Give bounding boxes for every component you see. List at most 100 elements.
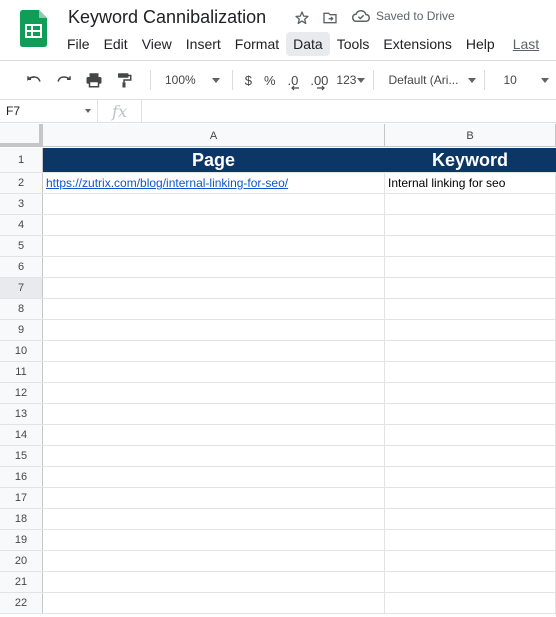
row-header[interactable]: 19 — [0, 530, 43, 550]
cell-b10[interactable] — [385, 341, 556, 361]
row-header[interactable]: 16 — [0, 467, 43, 487]
cell-b3[interactable] — [385, 194, 556, 214]
cell-b4[interactable] — [385, 215, 556, 235]
column-header-a[interactable]: A — [43, 124, 385, 147]
menu-format[interactable]: Format — [228, 32, 286, 56]
row-header[interactable]: 15 — [0, 446, 43, 466]
cell-a17[interactable] — [43, 488, 385, 508]
menu-help[interactable]: Help — [459, 32, 502, 56]
more-formats-select[interactable]: 123 — [336, 73, 366, 87]
cell-a7[interactable] — [43, 278, 385, 298]
cell-b12[interactable] — [385, 383, 556, 403]
cell-b14[interactable] — [385, 425, 556, 445]
row-header[interactable]: 3 — [0, 194, 43, 214]
row-header[interactable]: 17 — [0, 488, 43, 508]
cell-a14[interactable] — [43, 425, 385, 445]
cell-b22[interactable] — [385, 593, 556, 613]
print-icon[interactable] — [82, 67, 106, 93]
cell-a10[interactable] — [43, 341, 385, 361]
cell-a4[interactable] — [43, 215, 385, 235]
star-icon[interactable] — [292, 8, 312, 28]
column-header-b[interactable]: B — [385, 124, 556, 147]
row-header[interactable]: 9 — [0, 320, 43, 340]
formula-input[interactable] — [142, 100, 556, 122]
cell-b11[interactable] — [385, 362, 556, 382]
cell-a20[interactable] — [43, 551, 385, 571]
row-header[interactable]: 6 — [0, 257, 43, 277]
row-header[interactable]: 11 — [0, 362, 43, 382]
cell-a13[interactable] — [43, 404, 385, 424]
row-header[interactable]: 1 — [0, 148, 43, 172]
cell-b6[interactable] — [385, 257, 556, 277]
cell-a6[interactable] — [43, 257, 385, 277]
cell-a15[interactable] — [43, 446, 385, 466]
google-sheets-logo[interactable] — [20, 10, 47, 47]
cell-b9[interactable] — [385, 320, 556, 340]
zoom-select[interactable]: 100% — [165, 73, 220, 87]
menu-tools[interactable]: Tools — [330, 32, 377, 56]
cell-b7[interactable] — [385, 278, 556, 298]
cell-a22[interactable] — [43, 593, 385, 613]
row-header[interactable]: 14 — [0, 425, 43, 445]
row-header[interactable]: 8 — [0, 299, 43, 319]
cell-a5[interactable] — [43, 236, 385, 256]
increase-decimal-button[interactable]: .00 — [310, 73, 328, 90]
font-family-select[interactable]: Default (Ari... — [388, 73, 477, 87]
menu-insert[interactable]: Insert — [179, 32, 228, 56]
cell-b2[interactable]: Internal linking for seo — [385, 173, 556, 193]
cell-b16[interactable] — [385, 467, 556, 487]
cell-a19[interactable] — [43, 530, 385, 550]
cell-b18[interactable] — [385, 509, 556, 529]
cell-link[interactable]: https://zutrix.com/blog/internal-linking… — [46, 176, 288, 190]
row-header[interactable]: 4 — [0, 215, 43, 235]
select-all-corner[interactable] — [0, 124, 43, 147]
menu-edit[interactable]: Edit — [97, 32, 135, 56]
cell-b1[interactable]: Keyword — [385, 148, 556, 172]
row-header[interactable]: 21 — [0, 572, 43, 592]
format-currency-button[interactable]: $ — [245, 73, 252, 88]
row-header[interactable]: 13 — [0, 404, 43, 424]
cell-a21[interactable] — [43, 572, 385, 592]
menu-data[interactable]: Data — [286, 32, 330, 56]
row-header[interactable]: 12 — [0, 383, 43, 403]
row-header[interactable]: 5 — [0, 236, 43, 256]
name-box[interactable]: F7 — [0, 100, 98, 122]
paint-format-icon[interactable] — [112, 67, 136, 93]
cell-b21[interactable] — [385, 572, 556, 592]
cell-a11[interactable] — [43, 362, 385, 382]
row-header[interactable]: 2 — [0, 173, 43, 193]
cell-b19[interactable] — [385, 530, 556, 550]
undo-icon[interactable] — [22, 67, 46, 93]
menu-file[interactable]: File — [60, 32, 97, 56]
cell-b17[interactable] — [385, 488, 556, 508]
cell-a2[interactable]: https://zutrix.com/blog/internal-linking… — [43, 173, 385, 193]
save-status[interactable]: Saved to Drive — [352, 9, 455, 23]
menu-view[interactable]: View — [135, 32, 179, 56]
row-header[interactable]: 7 — [0, 278, 43, 298]
cell-b8[interactable] — [385, 299, 556, 319]
format-percent-button[interactable]: % — [264, 73, 276, 88]
font-size-select[interactable]: 10 — [503, 73, 549, 87]
cell-a3[interactable] — [43, 194, 385, 214]
cell-a1[interactable]: Page — [43, 148, 385, 172]
row-header[interactable]: 10 — [0, 341, 43, 361]
last-edit-link[interactable]: Last — [506, 32, 546, 56]
table-row: 13 — [0, 404, 556, 425]
cell-b15[interactable] — [385, 446, 556, 466]
document-title[interactable]: Keyword Cannibalization — [68, 7, 266, 28]
row-header[interactable]: 18 — [0, 509, 43, 529]
cell-a16[interactable] — [43, 467, 385, 487]
menu-extensions[interactable]: Extensions — [376, 32, 458, 56]
cell-a9[interactable] — [43, 320, 385, 340]
cell-b20[interactable] — [385, 551, 556, 571]
decrease-decimal-button[interactable]: .0 — [288, 73, 299, 90]
cell-a8[interactable] — [43, 299, 385, 319]
move-to-folder-icon[interactable] — [320, 8, 340, 28]
redo-icon[interactable] — [52, 67, 76, 93]
cell-a18[interactable] — [43, 509, 385, 529]
row-header[interactable]: 20 — [0, 551, 43, 571]
row-header[interactable]: 22 — [0, 593, 43, 613]
cell-a12[interactable] — [43, 383, 385, 403]
cell-b5[interactable] — [385, 236, 556, 256]
cell-b13[interactable] — [385, 404, 556, 424]
